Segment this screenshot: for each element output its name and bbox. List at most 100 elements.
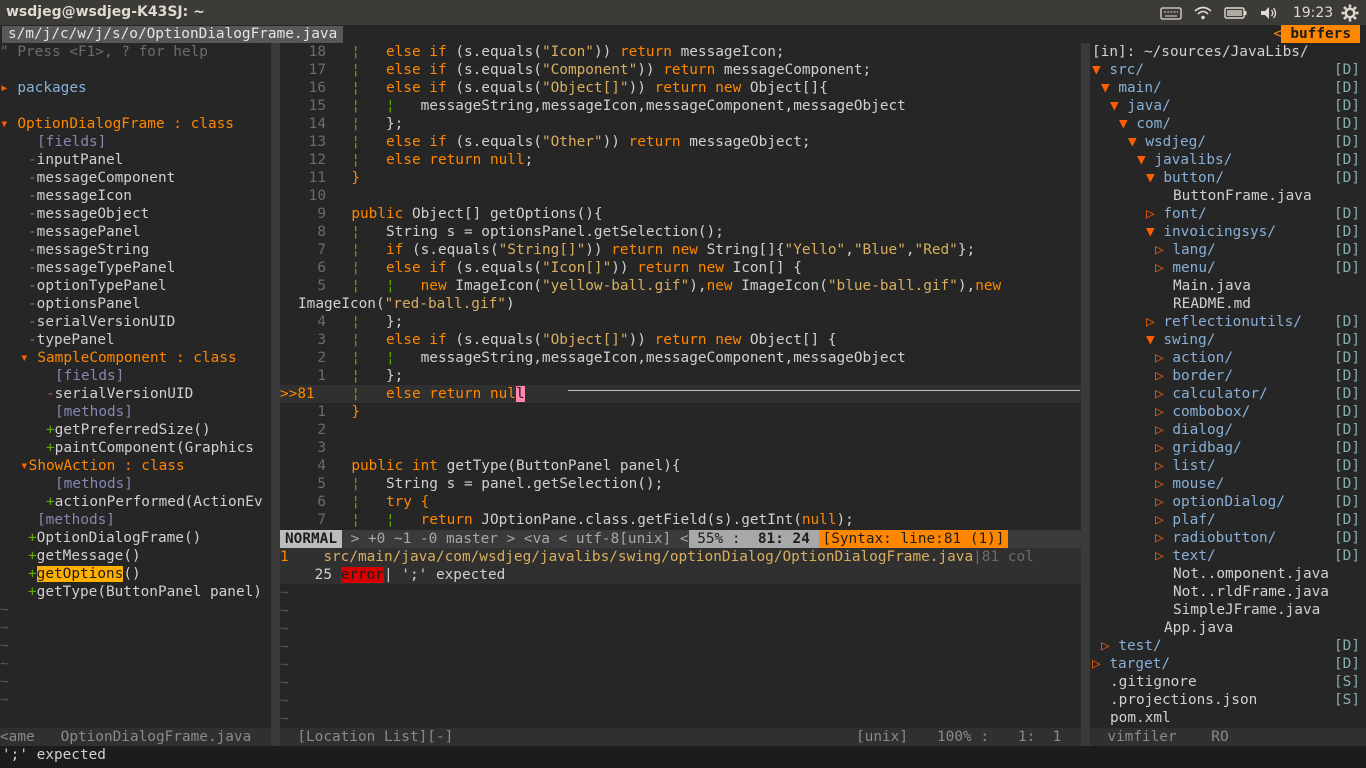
tagbar-method[interactable]: +paintComponent(Graphics [0,439,271,457]
tagbar-method[interactable]: +getMessage() [0,547,271,565]
folder-closed-icon: ▷ [1155,242,1164,258]
tagbar-method[interactable]: +OptionDialogFrame() [0,529,271,547]
tagbar-field[interactable]: -inputPanel [0,151,271,169]
line-number: 5 [317,476,326,492]
vimfiler-directory[interactable]: ▷ reflectionutils/[D] [1090,313,1366,331]
vimfiler-directory[interactable]: ▼ main/[D] [1090,79,1366,97]
vimfiler-directory[interactable]: ▷ border/[D] [1090,367,1366,385]
vimfiler-file[interactable]: README.md [1090,295,1366,313]
vimfiler-file[interactable]: .gitignore [S] [1090,673,1366,691]
folder-closed-icon: ▷ [1146,314,1155,330]
tab-current-file[interactable]: s/m/j/c/w/j/s/o/OptionDialogFrame.java [2,26,344,43]
git-status: > +0 ~1 -0 master [341,531,507,547]
cursor-line: ¦ else return null [334,385,1081,403]
vimfiler-directory[interactable]: ▷ text/[D] [1090,547,1366,565]
vimfiler-directory[interactable]: ▷ gridbag/[D] [1090,439,1366,457]
folder-open-icon: ▼ [1146,224,1155,240]
tagbar-field[interactable]: -serialVersionUID [0,313,271,331]
vimfiler-file[interactable]: Main.java [1090,277,1366,295]
vimfiler-directory[interactable]: ▼ invoicingsys/[D] [1090,223,1366,241]
vimfiler-file[interactable]: Not..omponent.java [1090,565,1366,583]
window-separator[interactable] [271,43,280,728]
tagbar-window[interactable]: " Press <F1>, ? for help ▸ packages ▾ Op… [0,43,271,728]
vimfiler-directory[interactable]: ▼ java/[D] [1090,97,1366,115]
volume-icon[interactable] [1257,3,1281,22]
tagbar-field[interactable]: -messageTypePanel [0,259,271,277]
keyboard-icon[interactable] [1158,3,1184,22]
loclist-entry-message[interactable]: 25 error| ';' expected [280,566,1081,584]
window-separator[interactable] [1081,43,1090,728]
vimfiler-directory[interactable]: ▷ target/[D] [1090,655,1366,673]
vimfiler-window[interactable]: [in]: ~/sources/JavaLibs/ ▼ src/[D] ▼ mai… [1090,43,1366,728]
vimfiler-directory[interactable]: ▷ combobox/[D] [1090,403,1366,421]
vimfiler-directory[interactable]: ▷ calculator/[D] [1090,385,1366,403]
line-number: 1 [317,368,326,384]
vimfiler-directory[interactable]: ▼ javalibs/[D] [1090,151,1366,169]
code-editor[interactable]: 18 17 16 15 14 13 12 11 10 9 8 7 6 5 4 3 2 1 >>81 1 2 3 4 5 6 7 ¦… [280,43,1081,531]
tagbar-class-samplecomponent[interactable]: ▾ SampleComponent : class [0,349,271,367]
loclist-entry[interactable]: 1 src/main/java/com/wsdjeg/javalibs/swin… [280,548,1081,566]
tagbar-field[interactable]: -messageComponent [0,169,271,187]
tagbar-field[interactable]: -messageString [0,241,271,259]
tagbar-field[interactable]: -optionTypePanel [0,277,271,295]
tagbar-field[interactable]: -messageObject [0,205,271,223]
vimfiler-directory[interactable]: ▷ optionDialog/[D] [1090,493,1366,511]
tagbar-help: " Press <F1>, ? for help [0,44,208,60]
battery-icon[interactable] [1223,3,1249,22]
tagbar-methods-label: [methods] [37,512,115,528]
vimfiler-directory[interactable]: ▼ wsdjeg/[D] [1090,133,1366,151]
vimfiler-directory[interactable]: ▷ menu/[D] [1090,259,1366,277]
vimfiler-directory[interactable]: ▷ radiobutton/[D] [1090,529,1366,547]
line-number: 14 [308,116,326,132]
vimfiler-directory[interactable]: ▷ mouse/[D] [1090,475,1366,493]
vimfiler-file[interactable]: .projections.json [S] [1090,691,1366,709]
vimfiler-file[interactable]: Not..rldFrame.java [1090,583,1366,601]
vimfiler-directory[interactable]: ▷ plaf/[D] [1090,511,1366,529]
vimfiler-directory[interactable]: ▼ swing/[D] [1090,331,1366,349]
tagbar-field[interactable]: -serialVersionUID [0,385,271,403]
tagbar-method[interactable]: +actionPerformed(ActionEv [0,493,271,511]
line-number: 18 [308,44,326,60]
wifi-icon[interactable] [1191,3,1215,22]
buffers-label[interactable]: buffers [1281,25,1360,43]
vimfiler-file[interactable]: SimpleJFrame.java [1090,601,1366,619]
vimfiler-directory[interactable]: ▷ dialog/[D] [1090,421,1366,439]
tagbar-packages[interactable]: ▸ packages [0,79,271,97]
clock[interactable]: 19:23 [1290,3,1336,22]
loclist-statusline: [Location List][-] [unix] 100% :1: 1 [280,728,1081,746]
tagbar-method[interactable]: +getType(ButtonPanel panel) [0,583,271,601]
vimfiler-directory[interactable]: ▷ test/[D] [1090,637,1366,655]
tagbar-field[interactable]: -optionsPanel [0,295,271,313]
vimfiler-header: [in]: ~/sources/JavaLibs/ [1092,44,1309,60]
gear-icon[interactable] [1338,3,1362,22]
tagbar-fields-label: [fields] [37,134,107,150]
tagbar-field[interactable]: -messageIcon [0,187,271,205]
vimfiler-directory[interactable]: ▷ list/[D] [1090,457,1366,475]
tagbar-field[interactable]: -typePanel [0,331,271,349]
vimfiler-directory[interactable]: ▼ src/[D] [1090,61,1366,79]
line-number: 12 [308,152,326,168]
line-number: 2 [317,422,326,438]
syntax-warning[interactable]: [Syntax: line:81 (1)] [818,530,1009,548]
tagbar-class-optiondialogframe[interactable]: ▾ OptionDialogFrame : class [0,115,271,133]
folder-closed-icon: ▷ [1146,206,1155,222]
vimfiler-file[interactable]: App.java [1090,619,1366,637]
vimfiler-file[interactable]: pom.xml [1090,709,1366,727]
vimfiler-directory[interactable]: ▷ font/[D] [1090,205,1366,223]
vimfiler-directory[interactable]: ▼ com/[D] [1090,115,1366,133]
vimfiler-directory[interactable]: ▷ lang/[D] [1090,241,1366,259]
tagbar-class-showaction[interactable]: ▾ShowAction : class [0,457,271,475]
vimfiler-directory[interactable]: ▷ action/[D] [1090,349,1366,367]
folder-closed-icon: ▷ [1155,422,1164,438]
tagbar-field[interactable]: -messagePanel [0,223,271,241]
line-number: 6 [317,494,326,510]
vimfiler-file[interactable]: ButtonFrame.java [1090,187,1366,205]
folder-closed-icon: ▷ [1155,548,1164,564]
line-number: 9 [317,206,326,222]
location-list[interactable]: 1 src/main/java/com/wsdjeg/javalibs/swin… [280,548,1081,728]
tagbar-method-selected[interactable]: +getOptions() [0,565,271,583]
tagbar-method[interactable]: +getPreferredSize() [0,421,271,439]
vimfiler-directory[interactable]: ▼ button/[D] [1090,169,1366,187]
line-number: 4 [317,458,326,474]
command-line[interactable]: ';' expected [0,746,1366,768]
